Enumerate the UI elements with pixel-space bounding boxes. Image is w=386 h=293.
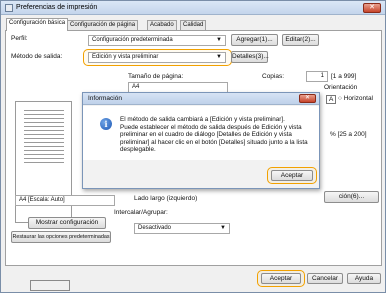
add-profile-button[interactable]: Agregar(1)... [231,34,278,46]
output-details-button[interactable]: Detalles(3)... [231,51,269,63]
copies-label: Copias: [262,73,285,80]
preview-caption-text: A4 [Escala: Auto] [19,197,65,203]
output-method-label: Método de salida: [11,53,63,60]
dialog-message-line: Puede establecer el método de salida des… [120,123,302,131]
dialog-close-icon[interactable]: ✕ [299,94,316,103]
help-button[interactable]: Ayuda [347,273,381,284]
dialog-accept-button[interactable]: Aceptar [271,170,313,181]
printing-preferences-window: Preferencias de impresión ✕ Configuració… [0,0,386,293]
edit-profile-button[interactable]: Editar(2)... [282,34,319,46]
binding-settings-button[interactable]: ción(6)... [324,191,379,203]
preview-caption: A4 [Escala: Auto] [15,195,115,206]
output-method-select[interactable]: Edición y vista preliminar ▼ [88,52,226,63]
close-icon[interactable]: ✕ [363,3,381,13]
collate-label: Intercalar/Agrupar: [114,209,168,216]
dialog-title-bar: Información ✕ [83,93,319,105]
cancel-button[interactable]: Cancelar [307,273,343,284]
orientation-horizontal-label: Horizontal [343,95,373,102]
preview-page-lines [24,110,64,166]
restore-defaults-button[interactable]: Restaurar las opciones predeterminadas [11,231,111,243]
orientation-horizontal[interactable]: ○ Horizontal [338,95,373,102]
chevron-down-icon: ▼ [216,54,222,60]
copies-value: 1 [320,73,324,79]
profile-value: Configuración predeterminada [92,37,173,43]
dialog-message-line: preliminar en el cuadro de diálogo [Deta… [120,131,292,139]
dialog-title: Información [88,95,122,102]
dialog-message-line: El método de salida cambiará a [Edición … [120,116,285,123]
profile-label: Perfil: [11,35,28,42]
dialog-message-line: desplegable. [120,146,156,154]
chevron-down-icon: ▼ [220,225,226,231]
page-size-value: A4 [132,84,140,90]
orientation-option-a[interactable]: A [326,95,337,104]
tab-finishing[interactable]: Acabado [147,20,177,30]
binding-value: Lado largo (izquierdo) [134,195,198,202]
dialog-body: i El método de salida cambiará a [Edició… [83,106,319,160]
show-settings-button[interactable]: Mostrar configuración [28,217,106,229]
page-size-label: Tamaño de página: [128,73,184,80]
chevron-down-icon: ▼ [216,37,222,43]
information-dialog: Información ✕ i El método de salida camb… [82,92,320,189]
output-method-value: Edición y vista preliminar [92,54,159,60]
collate-value: Desactivado [138,225,172,231]
title-bar: Preferencias de impresión ✕ [1,1,385,15]
dialog-message: El método de salida cambiará a [Edición … [120,116,312,154]
accept-button[interactable]: Aceptar [261,273,301,284]
profile-select[interactable]: Configuración predeterminada ▼ [88,35,226,46]
scale-range: % [25 a 200] [330,131,367,138]
tab-basic-settings[interactable]: Configuración básica [6,18,69,31]
orientation-label: Orientación [324,84,358,91]
printer-app-icon [5,4,13,12]
tab-quality[interactable]: Calidad [180,20,207,30]
dialog-message-line: preliminar] al hacer clic en el botón [D… [120,138,308,146]
tab-page-setup[interactable]: Configuración de página [67,20,139,30]
layout-toggle-button[interactable] [30,280,70,291]
collate-select[interactable]: Desactivado ▼ [134,223,230,234]
window-title: Preferencias de impresión [16,4,98,11]
copies-range: [1 a 999] [331,73,357,80]
info-icon: i [100,118,112,130]
copies-input[interactable]: 1 [306,71,328,82]
